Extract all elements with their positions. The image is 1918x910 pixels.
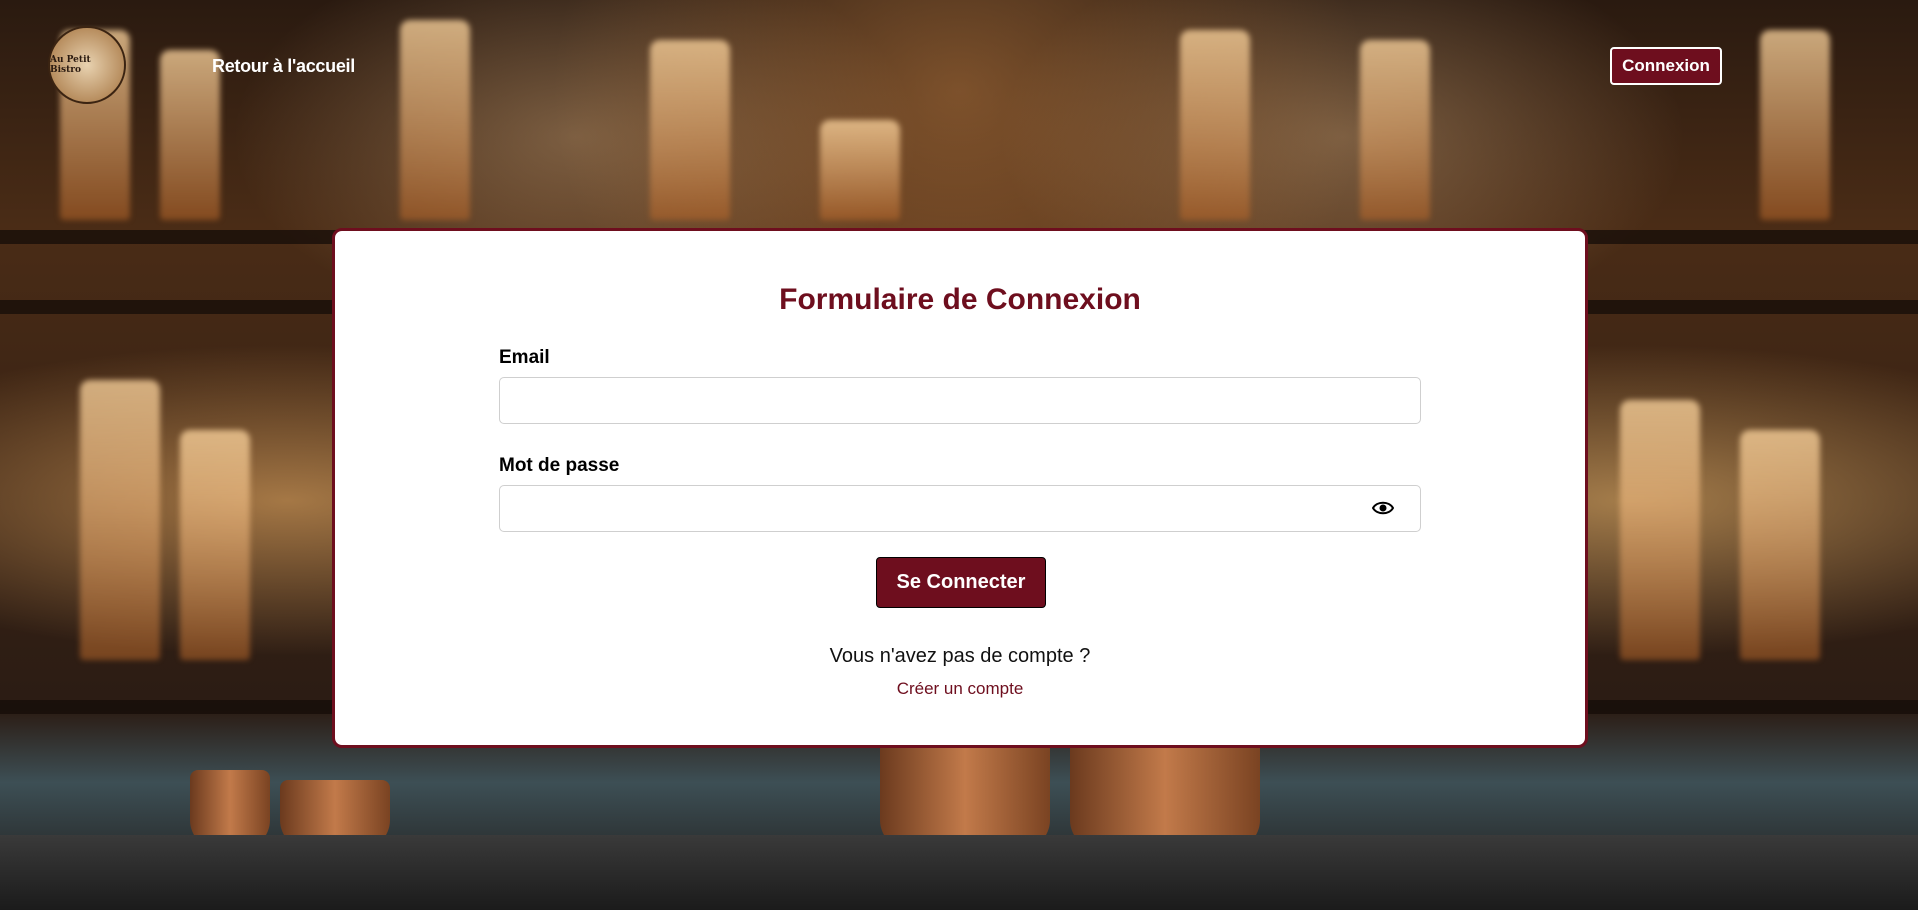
bottle (820, 120, 900, 220)
eye-icon[interactable] (1371, 498, 1395, 518)
password-field[interactable] (499, 485, 1421, 532)
logo-text: Au Petit Bistro (50, 55, 91, 75)
copper-mug (1070, 730, 1260, 850)
no-account-text: Vous n'avez pas de compte ? (829, 645, 1091, 667)
logo[interactable]: Au Petit Bistro (48, 26, 126, 104)
bar-counter (0, 835, 1918, 910)
submit-button[interactable]: Se Connecter (876, 557, 1046, 608)
password-label: Mot de passe (499, 455, 620, 476)
email-field[interactable] (499, 377, 1421, 424)
bottle (1620, 400, 1700, 660)
bottle (1740, 430, 1820, 660)
copper-mug (880, 740, 1050, 850)
create-account-link[interactable]: Créer un compte (335, 679, 1585, 699)
top-navigation: Au Petit Bistro Retour à l'accueil Conne… (0, 0, 1918, 130)
bottle (180, 430, 250, 660)
email-label: Email (499, 347, 550, 368)
login-nav-button[interactable]: Connexion (1610, 47, 1722, 85)
home-link[interactable]: Retour à l'accueil (212, 56, 355, 77)
login-form-card: Formulaire de Connexion Email Mot de pas… (332, 228, 1588, 748)
bottle (80, 380, 160, 660)
form-title: Formulaire de Connexion (779, 283, 1141, 316)
